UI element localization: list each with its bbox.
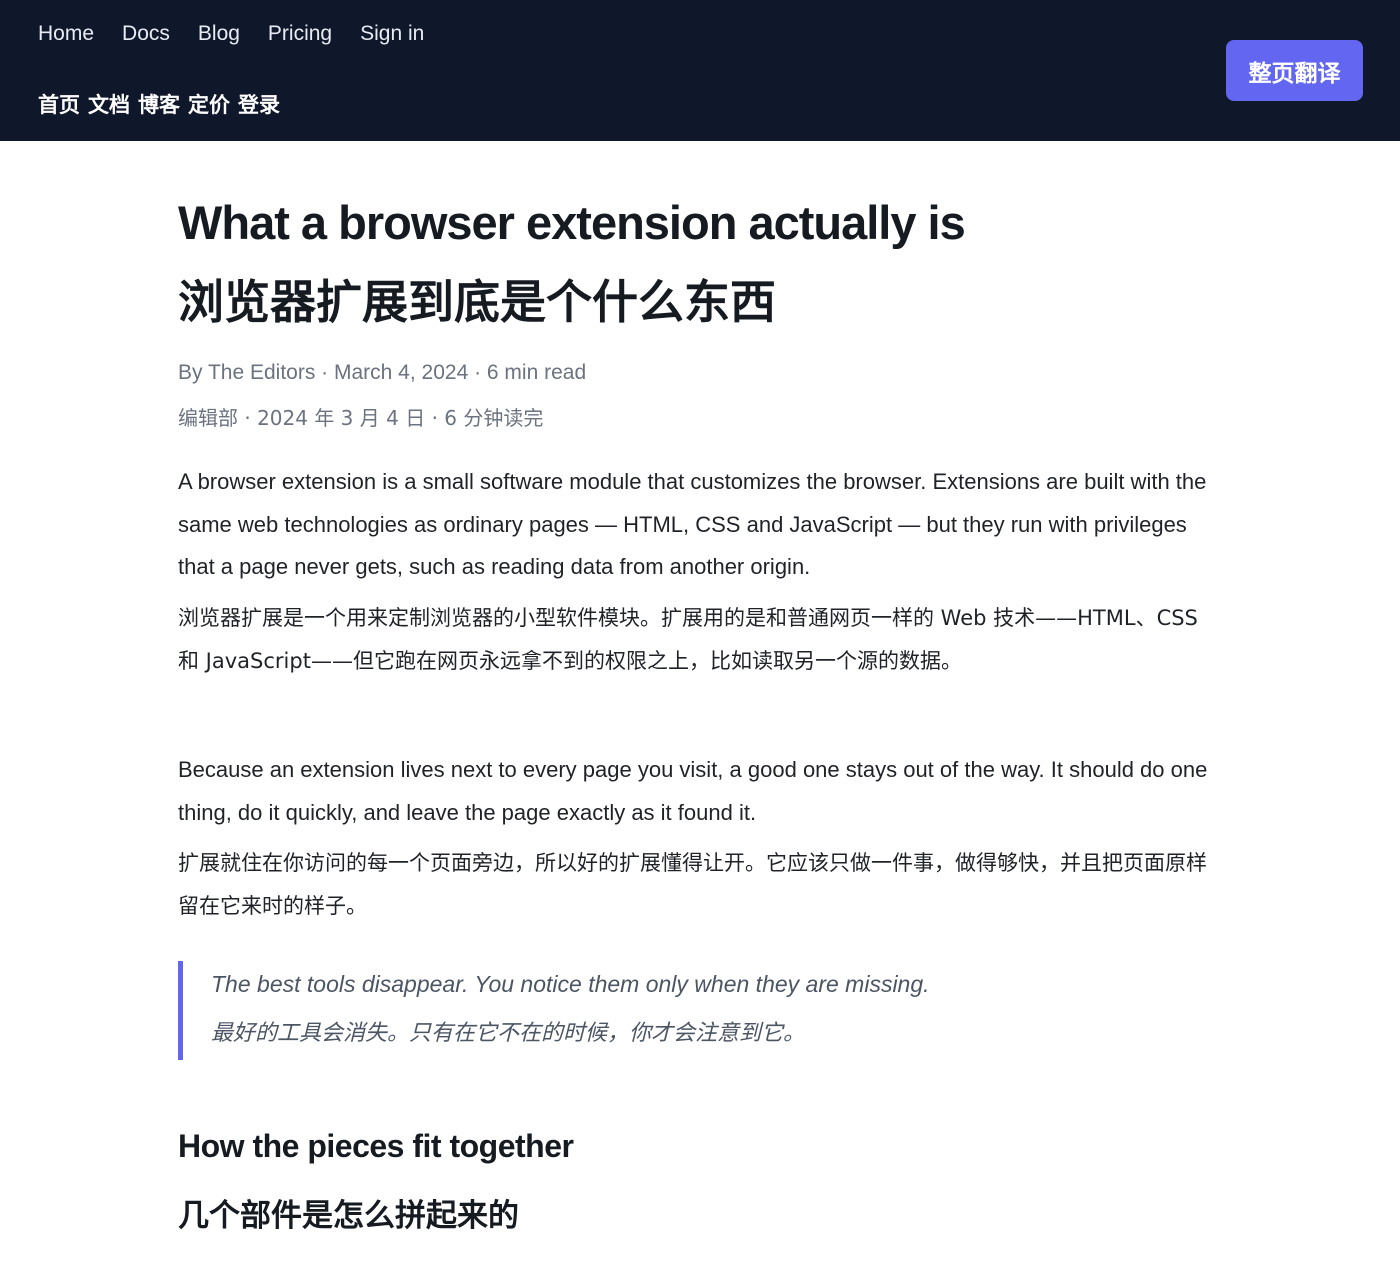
- nav-link-blog[interactable]: Blog: [198, 20, 240, 48]
- top-navigation-bar: Home Docs Blog Pricing Sign in 首页 文档 博客 …: [0, 0, 1400, 141]
- article-byline-translation: 编辑部 · 2024 年 3 月 4 日 · 6 分钟读完: [178, 406, 544, 430]
- nav-link-blog-zh[interactable]: 博客: [138, 92, 180, 120]
- nav-link-home-zh[interactable]: 首页: [38, 92, 80, 120]
- translate-page-button[interactable]: 整页翻译: [1226, 40, 1363, 101]
- nav-link-sign-in-zh[interactable]: 登录: [238, 92, 280, 120]
- nav-link-pricing[interactable]: Pricing: [268, 20, 332, 48]
- section-heading: How the pieces fit together: [178, 1128, 574, 1164]
- article-title-translation: 浏览器扩展到底是个什么东西: [178, 275, 776, 329]
- quote-text: The best tools disappear. You notice the…: [211, 971, 930, 997]
- nav-link-docs[interactable]: Docs: [122, 20, 170, 48]
- paragraph-1: A browser extension is a small software …: [178, 469, 1207, 579]
- article-title: What a browser extension actually is: [178, 196, 966, 249]
- paragraph-1-translation: 浏览器扩展是一个用来定制浏览器的小型软件模块。扩展用的是和普通网页一样的 Web…: [178, 606, 1198, 673]
- article-byline: By The Editors · March 4, 2024 · 6 min r…: [178, 361, 587, 384]
- nav-link-sign-in[interactable]: Sign in: [360, 20, 424, 48]
- nav-link-home[interactable]: Home: [38, 20, 94, 48]
- nav-english: Home Docs Blog Pricing Sign in: [38, 20, 424, 48]
- nav-link-pricing-zh[interactable]: 定价: [188, 92, 230, 120]
- paragraph-2-translation: 扩展就住在你访问的每一个页面旁边，所以好的扩展懂得让开。它应该只做一件事，做得够…: [178, 851, 1207, 918]
- quote-text-translation: 最好的工具会消失。只有在它不在的时候，你才会注意到它。: [211, 1021, 806, 1046]
- nav-chinese: 首页 文档 博客 定价 登录: [38, 92, 280, 120]
- nav-link-docs-zh[interactable]: 文档: [88, 92, 130, 120]
- paragraph-2: Because an extension lives next to every…: [178, 757, 1208, 825]
- blockquote: The best tools disappear. You notice the…: [178, 961, 1218, 1060]
- section-heading-translation: 几个部件是怎么拼起来的: [178, 1198, 519, 1234]
